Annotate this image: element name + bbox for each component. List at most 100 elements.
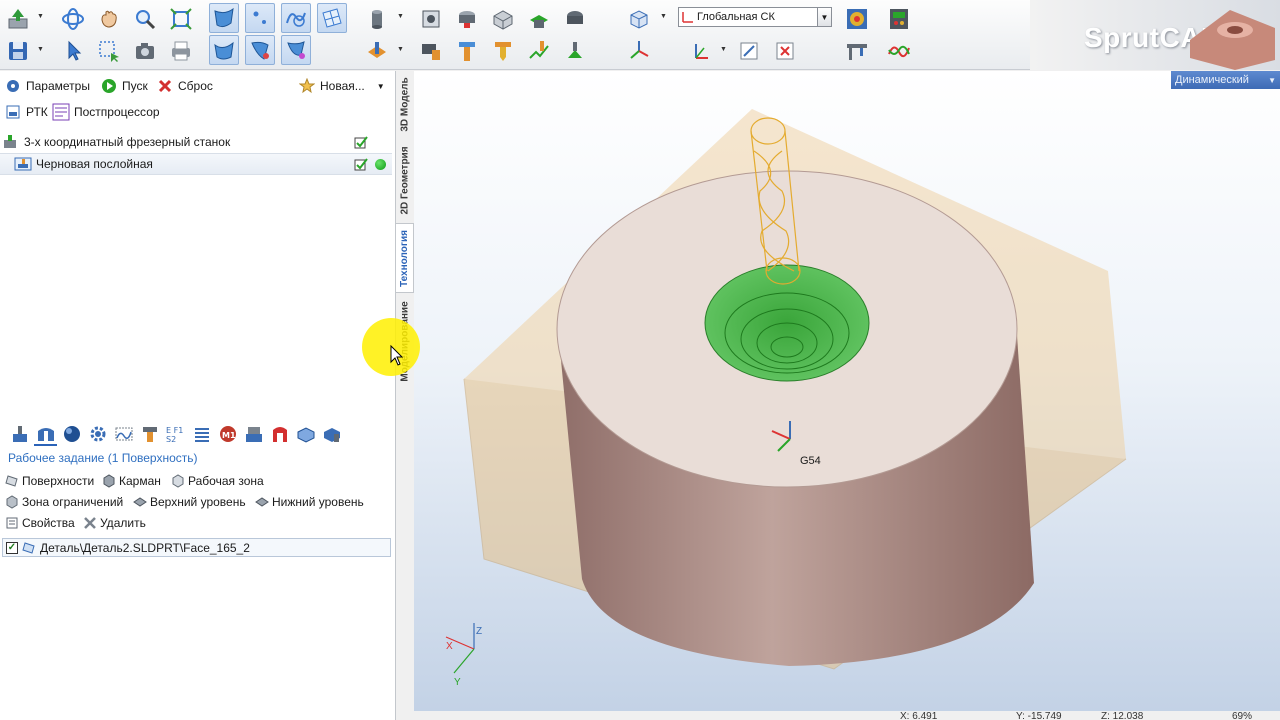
toolpath-pocket[interactable]	[704, 264, 870, 382]
tab-technology[interactable]: Технология	[396, 223, 414, 293]
check-ok-button[interactable]	[560, 4, 590, 34]
drill-tool-button[interactable]	[488, 36, 518, 66]
surfaces-button[interactable]: Поверхности	[5, 472, 94, 490]
view-cube-button[interactable]	[624, 4, 654, 34]
frame-select-button[interactable]	[94, 36, 124, 66]
run-button[interactable]: Пуск	[100, 76, 148, 96]
open-file-button[interactable]	[3, 4, 33, 34]
strategy-icon[interactable]: E F1 S2	[164, 423, 187, 446]
axis-triad-button[interactable]	[624, 36, 654, 66]
list-icon[interactable]	[190, 423, 213, 446]
stock-button[interactable]	[362, 4, 392, 34]
show-mesh-button[interactable]	[317, 3, 347, 33]
view-cube-dropdown-icon[interactable]: ▼	[660, 12, 668, 22]
fixture-dropdown-icon[interactable]: ▼	[397, 45, 405, 55]
show-faces-button[interactable]	[245, 35, 275, 65]
workpiece-button[interactable]	[488, 4, 518, 34]
job-item-row[interactable]: ✓ Деталь\Деталь2.SLDPRT\Face_165_2	[2, 538, 391, 557]
delete-button[interactable]: Удалить	[83, 514, 146, 532]
rotate-view-button[interactable]	[58, 4, 88, 34]
show-points-button[interactable]	[245, 3, 275, 33]
graph-button[interactable]	[884, 36, 914, 66]
stock-dropdown-icon[interactable]: ▼	[397, 12, 405, 22]
work-zone-label: Рабочая зона	[188, 474, 264, 488]
lower-level-button[interactable]: Нижний уровень	[255, 493, 364, 511]
restrict-zone-button[interactable]: Зона ограничений	[5, 493, 123, 511]
caliper-icon	[847, 44, 867, 60]
show-markers-button[interactable]	[281, 35, 311, 65]
tab-2d-geometry[interactable]: 2D Геометрия	[396, 141, 414, 219]
fixture-button[interactable]	[362, 36, 392, 66]
new-operation-label: Новая...	[320, 79, 365, 93]
gear-icon[interactable]	[86, 423, 109, 446]
parameters-button[interactable]: Параметры	[4, 76, 90, 96]
coolant-icon[interactable]	[242, 423, 265, 446]
tree-item-machine[interactable]: 3-х координатный фрезерный станок	[0, 131, 392, 153]
surface-diamond-icon	[5, 474, 19, 488]
print-button[interactable]	[166, 36, 196, 66]
checked-status-icon[interactable]	[354, 157, 368, 171]
job-item-checkbox[interactable]: ✓	[6, 541, 18, 554]
toolpath-button[interactable]	[524, 36, 554, 66]
fit-view-icon	[170, 8, 192, 30]
tool-library-button[interactable]	[416, 36, 446, 66]
save-dropdown-icon[interactable]: ▼	[37, 45, 45, 55]
show-solids-button[interactable]	[209, 35, 239, 65]
model-part-button[interactable]	[524, 4, 554, 34]
view-mode-select[interactable]: Динамический ▼	[1171, 71, 1280, 89]
fit-view-button[interactable]	[166, 4, 196, 34]
reset-button[interactable]: Сброс	[156, 76, 213, 96]
cs-edit-button[interactable]	[734, 36, 764, 66]
machine-icon	[422, 10, 440, 28]
pocket-button[interactable]: Карман	[102, 472, 161, 490]
machine-settings-icon[interactable]	[8, 423, 31, 446]
save-file-button[interactable]	[3, 36, 33, 66]
stock-model-icon[interactable]	[294, 423, 317, 446]
show-surfaces-button[interactable]	[209, 3, 239, 33]
parameters-label: Параметры	[26, 79, 90, 93]
screenshot-button[interactable]	[130, 36, 160, 66]
mill-tool-button[interactable]	[452, 36, 482, 66]
tool-holder-small-icon[interactable]	[138, 423, 161, 446]
checked-status-icon[interactable]	[354, 135, 368, 149]
rtk-label: РТК	[26, 105, 48, 119]
new-operation-dropdown-icon[interactable]: ▼	[377, 82, 385, 91]
show-curves-button[interactable]	[281, 3, 311, 33]
tree-item-operation[interactable]: Черновая послойная	[0, 153, 392, 175]
measure-button[interactable]	[842, 36, 872, 66]
coordinate-system-dropdown-icon[interactable]: ▼	[817, 8, 831, 26]
properties-button[interactable]: Свойства	[5, 514, 75, 532]
job-assignment-icon[interactable]	[34, 423, 57, 446]
tool-settings-icon[interactable]	[320, 423, 343, 446]
rtk-button[interactable]: РТК	[4, 102, 48, 122]
feeds-wave-icon[interactable]	[112, 423, 135, 446]
tab-simulation[interactable]: Моделирование	[396, 295, 414, 387]
curve-icon	[286, 12, 306, 27]
analysis-button[interactable]	[842, 4, 872, 34]
cs-create-dropdown-icon[interactable]: ▼	[720, 45, 728, 55]
upper-level-button[interactable]: Верхний уровень	[133, 493, 246, 511]
machine-button[interactable]	[416, 4, 446, 34]
new-operation-button[interactable]: Новая... ▼	[298, 76, 385, 96]
postprocessor-button[interactable]: Постпроцессор	[52, 102, 160, 122]
controller-button[interactable]	[884, 4, 914, 34]
select-button[interactable]	[58, 36, 88, 66]
3d-viewport[interactable]: G54 Z X Y	[414, 71, 1280, 711]
open-dropdown-icon[interactable]: ▼	[37, 12, 45, 22]
open-file-icon	[8, 9, 28, 29]
zoom-view-button[interactable]	[130, 4, 160, 34]
tool-sphere-icon[interactable]	[60, 423, 83, 446]
m1-stop-icon[interactable]: M1	[216, 423, 239, 446]
tab-3d-model[interactable]: 3D Модель	[396, 71, 414, 137]
workpiece-cylinder[interactable]	[556, 170, 1034, 666]
coordinate-system-select[interactable]: Глобальная СК ▼	[678, 7, 832, 27]
tool-holder-button[interactable]	[452, 4, 482, 34]
job-title[interactable]: Рабочее задание (1 Поверхность)	[8, 451, 198, 465]
svg-text:S2: S2	[166, 435, 176, 444]
cs-delete-button[interactable]	[770, 36, 800, 66]
cs-create-button[interactable]	[686, 36, 716, 66]
approach-icon[interactable]	[268, 423, 291, 446]
pan-view-button[interactable]	[94, 4, 124, 34]
work-zone-button[interactable]: Рабочая зона	[171, 472, 264, 490]
simulation-button[interactable]	[560, 36, 590, 66]
